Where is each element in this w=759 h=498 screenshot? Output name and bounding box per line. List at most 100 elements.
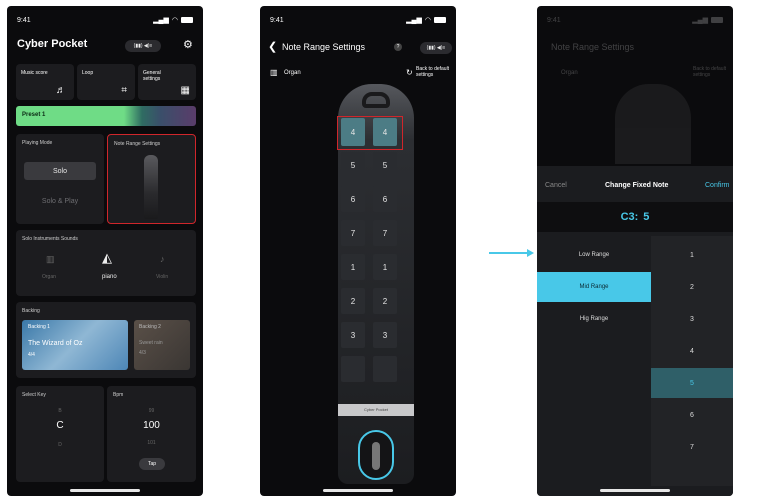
backing-track-2[interactable]: Backing 2 Sweet rain 4/3 <box>134 320 190 370</box>
organ-icon[interactable]: ▥ <box>46 254 55 265</box>
battery-icon <box>711 17 723 23</box>
reset-icon[interactable]: ↻ <box>406 68 413 77</box>
status-bar: 9:41 ▂▄▆ <box>547 14 723 26</box>
instrument-piano[interactable]: piano <box>102 274 117 280</box>
track-signature: 4/3 <box>139 350 146 356</box>
status-time: 9:41 <box>17 16 31 24</box>
backing-card: Backing Backing 1 The Wizard of Oz 4/4 B… <box>16 302 196 378</box>
instrument-label: Organ <box>284 70 301 76</box>
signal-icon: ▂▄▆ <box>692 17 708 24</box>
battery-icon <box>181 17 193 23</box>
note-key[interactable]: 4 <box>341 118 365 146</box>
note-option[interactable]: 2 <box>651 272 733 302</box>
signal-icon: ▂▄▆ <box>153 17 169 24</box>
note-range-title: Note Range Settings <box>114 141 161 147</box>
backing-title: Backing <box>22 308 40 314</box>
home-screen: 9:41 ▂▄▆ ◠ Cyber Pocket (▮▮) ◀)≡ ⚙ Music … <box>7 6 203 496</box>
tile-label: Loop <box>82 70 94 76</box>
device-button[interactable] <box>358 430 394 480</box>
note-key[interactable]: 7 <box>373 220 397 246</box>
solo-instruments-card: Solo Instruments Sounds ▥ Organ ◭ piano … <box>16 230 196 296</box>
select-key-title: Select Key <box>22 392 46 398</box>
note-key[interactable]: 3 <box>373 322 397 348</box>
bpm-below[interactable]: 101 <box>107 440 196 446</box>
current-value: 5 <box>643 211 650 223</box>
bg-instrument: Organ <box>561 70 578 76</box>
flow-arrow-head <box>527 249 534 257</box>
range-option[interactable]: Low Range <box>537 240 651 270</box>
tile-label: Music score <box>21 70 48 76</box>
note-key[interactable]: 7 <box>341 220 365 246</box>
current-note: C3: <box>620 211 639 223</box>
tile-music-score[interactable]: Music score ♬ <box>16 64 74 100</box>
track-name: The Wizard of Oz <box>28 340 83 347</box>
range-option[interactable]: Mid Range <box>537 272 651 302</box>
track-small-label: Backing 1 <box>28 324 50 330</box>
cancel-button[interactable]: Cancel <box>545 182 567 189</box>
status-bar: 9:41 ▂▄▆ ◠ <box>17 14 193 26</box>
range-option[interactable]: Hig Range <box>537 304 651 334</box>
bg-reset: Back to default settings <box>693 66 727 78</box>
key-value[interactable]: C <box>16 420 104 431</box>
note-key[interactable]: 5 <box>341 152 365 178</box>
flow-arrow <box>489 252 529 254</box>
instrument-organ[interactable]: Organ <box>42 274 56 280</box>
gear-icon[interactable]: ⚙ <box>183 38 193 51</box>
instrument-violin[interactable]: Violin <box>156 274 168 280</box>
confirm-button[interactable]: Confirm <box>705 182 730 189</box>
note-key[interactable]: 6 <box>373 186 397 212</box>
piano-icon[interactable]: ◭ <box>102 250 112 266</box>
track-signature: 4/4 <box>28 352 35 358</box>
tap-button[interactable]: Tap <box>139 458 165 470</box>
note-option[interactable]: 3 <box>651 304 733 334</box>
device-status-pill[interactable]: (▮▮) ◀)≡ <box>420 42 452 54</box>
status-bar: 9:41 ▂▄▆ ◠ <box>270 14 446 26</box>
backing-track-1[interactable]: Backing 1 The Wizard of Oz 4/4 <box>22 320 128 370</box>
bpm-above[interactable]: 99 <box>107 408 196 414</box>
note-key[interactable]: 2 <box>373 288 397 314</box>
note-option[interactable]: 6 <box>651 400 733 430</box>
preset-bar[interactable]: Preset 1 <box>16 106 196 126</box>
note-option[interactable]: 7 <box>651 432 733 462</box>
track-small-label: Backing 2 <box>139 324 161 330</box>
bpm-title: Bpm <box>113 392 124 398</box>
status-time: 9:41 <box>270 16 284 24</box>
home-indicator <box>600 489 670 492</box>
note-option[interactable]: 4 <box>651 336 733 366</box>
tile-loop[interactable]: Loop ⌗ <box>77 64 135 100</box>
home-indicator <box>323 489 393 492</box>
back-icon[interactable]: ❮ <box>268 40 277 53</box>
bpm-value[interactable]: 100 <box>107 420 196 431</box>
help-icon[interactable]: ? <box>394 43 402 51</box>
tile-general-settings[interactable]: General settings ▦ <box>138 64 196 100</box>
note-key[interactable] <box>341 356 365 382</box>
select-key-card: Select Key B C D <box>16 386 104 482</box>
note-key[interactable]: 6 <box>341 186 365 212</box>
sheet-title: Change Fixed Note <box>605 182 669 189</box>
note-key[interactable]: 2 <box>341 288 365 314</box>
note-option[interactable]: 1 <box>651 240 733 270</box>
status-time: 9:41 <box>547 16 561 24</box>
mode-solo-play-button[interactable]: Solo & Play <box>24 192 96 210</box>
note-key[interactable]: 1 <box>341 254 365 280</box>
note-key[interactable] <box>373 356 397 382</box>
mode-solo-button[interactable]: Solo <box>24 162 96 180</box>
note-key[interactable]: 5 <box>373 152 397 178</box>
key-above[interactable]: B <box>16 408 104 414</box>
device-status-pill[interactable]: (▮▮) ◀)≡ <box>125 40 161 52</box>
note-range-settings-card[interactable]: Note Range Settings <box>107 134 196 224</box>
page-title: Note Range Settings <box>282 42 366 52</box>
key-below[interactable]: D <box>16 442 104 448</box>
note-key[interactable]: 3 <box>341 322 365 348</box>
bg-device <box>615 84 691 164</box>
picker-sheet: Cancel Change Fixed Note Confirm C3: 5 L… <box>537 166 733 496</box>
note-key[interactable]: 1 <box>373 254 397 280</box>
playing-mode-title: Playing Mode <box>22 140 53 146</box>
note-key[interactable]: 4 <box>373 118 397 146</box>
note-option[interactable]: 5 <box>651 368 733 398</box>
reset-default-link[interactable]: Back to default settings <box>416 66 456 78</box>
violin-icon[interactable]: ♪ <box>160 254 165 264</box>
settings-sliders-icon: ▦ <box>180 85 190 96</box>
playing-mode-card: Playing Mode Solo Solo & Play <box>16 134 104 224</box>
device-label: Cyber Pocket <box>338 404 414 416</box>
